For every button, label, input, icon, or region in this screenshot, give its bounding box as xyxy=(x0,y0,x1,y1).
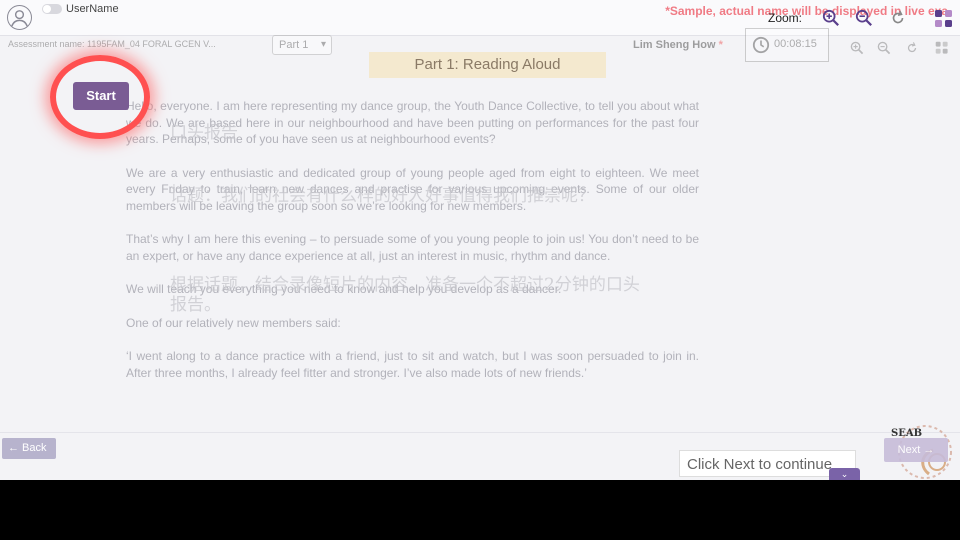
overlay-chinese-instruction: 根据话题，结合录像短片的内容，准备一个不超过2分钟的口头报告。 xyxy=(170,275,640,315)
next-button[interactable]: Next → xyxy=(884,438,948,462)
expand-chevron-icon[interactable]: ⌄ xyxy=(829,468,860,480)
timer-value: 00:08:15 xyxy=(774,38,817,50)
zoom-in-icon[interactable] xyxy=(822,9,840,27)
overlay-chinese-topic: 话题：我们的社会有什么样的好人好事值得我们推崇呢？ xyxy=(170,186,595,206)
zoom-in-icon[interactable] xyxy=(850,41,864,55)
apps-grid-icon[interactable] xyxy=(934,9,954,29)
letterbox-bar xyxy=(0,480,960,540)
zoom-out-icon[interactable] xyxy=(855,9,873,27)
part-select-value: Part 1 xyxy=(279,39,309,51)
passage-paragraph: That’s why I am here this evening – to p… xyxy=(126,232,699,263)
clock-icon xyxy=(752,36,770,54)
passage-paragraph: One of our relatively new members said: xyxy=(126,315,341,330)
assessment-name: Assessment name: 1195FAM_04 FORAL GCEN V… xyxy=(8,39,216,49)
zoom-out-icon[interactable] xyxy=(877,41,891,55)
zoom-label: Zoom: xyxy=(768,11,803,25)
footer-divider xyxy=(0,432,960,433)
reading-passage: Hello, everyone. I am here representing … xyxy=(126,98,699,398)
overlay-chinese-heading: 口头报告 xyxy=(170,123,238,143)
passage-paragraph: ‘I went along to a dance practice with a… xyxy=(126,349,699,380)
candidate-marker: * xyxy=(718,39,723,51)
part-select[interactable]: Part 1 ▾ xyxy=(272,35,332,55)
candidate-name: Lim Sheng How * xyxy=(633,39,723,51)
part-title: Part 1: Reading Aloud xyxy=(369,52,606,78)
start-button[interactable]: Start xyxy=(73,82,129,110)
chevron-down-icon: ▾ xyxy=(320,39,326,50)
username-label: UserName xyxy=(66,3,119,15)
exam-window: UserName *Sample, actual name will be di… xyxy=(0,0,960,480)
back-button[interactable]: ← Back xyxy=(2,438,56,459)
candidate-name-text: Lim Sheng How xyxy=(633,39,716,51)
reset-zoom-icon[interactable] xyxy=(889,9,907,27)
apps-grid-icon[interactable] xyxy=(935,41,949,55)
user-avatar-icon[interactable] xyxy=(7,5,32,30)
reset-zoom-icon[interactable] xyxy=(905,41,919,55)
timer-panel: 00:08:15 xyxy=(745,28,829,62)
username-toggle[interactable] xyxy=(42,4,62,14)
